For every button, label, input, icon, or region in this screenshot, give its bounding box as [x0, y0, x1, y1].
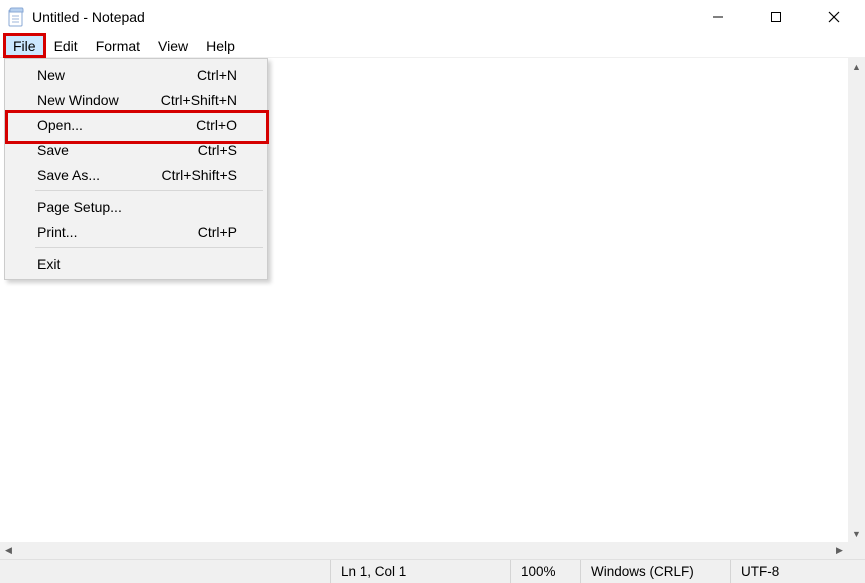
- close-button[interactable]: [805, 0, 863, 34]
- menu-help[interactable]: Help: [197, 34, 244, 57]
- scroll-down-icon[interactable]: ▼: [848, 525, 865, 542]
- status-spacer: [0, 560, 330, 583]
- menu-view[interactable]: View: [149, 34, 197, 57]
- status-line-ending: Windows (CRLF): [580, 560, 730, 583]
- file-menu-new-window[interactable]: New Window Ctrl+Shift+N: [7, 87, 265, 112]
- minimize-button[interactable]: [689, 0, 747, 34]
- file-menu-exit[interactable]: Exit: [7, 251, 265, 276]
- status-encoding: UTF-8: [730, 560, 865, 583]
- notepad-icon: [8, 7, 24, 27]
- status-zoom: 100%: [510, 560, 580, 583]
- scroll-track[interactable]: [17, 542, 831, 559]
- vertical-scrollbar[interactable]: ▲ ▼: [848, 58, 865, 542]
- statusbar: Ln 1, Col 1 100% Windows (CRLF) UTF-8: [0, 559, 865, 583]
- scroll-up-icon[interactable]: ▲: [848, 58, 865, 75]
- menu-separator: [35, 247, 263, 248]
- file-menu-save-as[interactable]: Save As... Ctrl+Shift+S: [7, 162, 265, 187]
- file-menu-print[interactable]: Print... Ctrl+P: [7, 219, 265, 244]
- titlebar: Untitled - Notepad: [0, 0, 865, 34]
- scroll-right-icon[interactable]: ▶: [831, 542, 848, 559]
- file-menu-open[interactable]: Open... Ctrl+O: [7, 112, 265, 137]
- scroll-track[interactable]: [848, 75, 865, 525]
- maximize-button[interactable]: [747, 0, 805, 34]
- menubar: File Edit Format View Help: [0, 34, 865, 58]
- file-menu-new[interactable]: New Ctrl+N: [7, 62, 265, 87]
- status-cursor-position: Ln 1, Col 1: [330, 560, 510, 583]
- menu-separator: [35, 190, 263, 191]
- window-title: Untitled - Notepad: [32, 9, 145, 25]
- scroll-left-icon[interactable]: ◀: [0, 542, 17, 559]
- menu-file[interactable]: File: [4, 34, 45, 57]
- file-menu-page-setup[interactable]: Page Setup...: [7, 194, 265, 219]
- menu-edit[interactable]: Edit: [45, 34, 87, 57]
- menu-format[interactable]: Format: [87, 34, 149, 57]
- window-controls: [689, 0, 863, 34]
- scroll-corner: [848, 542, 865, 559]
- file-menu-save[interactable]: Save Ctrl+S: [7, 137, 265, 162]
- file-menu-dropdown: New Ctrl+N New Window Ctrl+Shift+N Open.…: [4, 58, 268, 280]
- horizontal-scrollbar[interactable]: ◀ ▶: [0, 542, 848, 559]
